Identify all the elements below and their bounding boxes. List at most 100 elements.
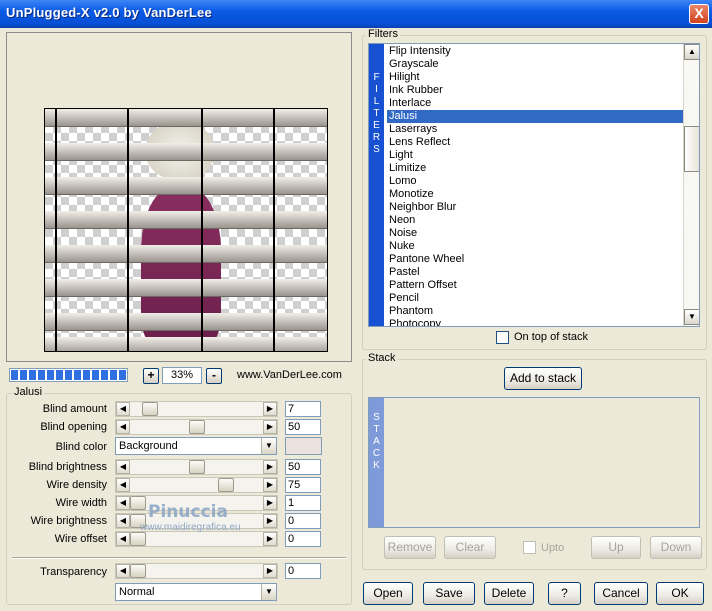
open-button[interactable]: Open [363, 582, 413, 605]
slider-left-arrow-icon[interactable]: ◀ [116, 564, 130, 578]
help-button[interactable]: ? [548, 582, 581, 605]
param-label: Wire width [55, 497, 107, 509]
zoom-out-button[interactable]: - [206, 368, 222, 384]
blind-color-swatch[interactable] [285, 437, 322, 455]
slider-left-arrow-icon[interactable]: ◀ [116, 532, 130, 546]
filter-item[interactable]: Neighbor Blur [387, 201, 683, 214]
filter-item[interactable]: Interlace [387, 97, 683, 110]
slider-thumb[interactable] [141, 402, 158, 416]
slider-left-arrow-icon[interactable]: ◀ [116, 460, 130, 474]
band-letter: L [373, 96, 380, 107]
chevron-down-icon[interactable]: ▼ [261, 584, 276, 600]
slider-thumb[interactable] [188, 460, 205, 474]
wire-density-field[interactable]: 75 [285, 477, 321, 493]
cancel-button[interactable]: Cancel [594, 582, 648, 605]
band-letter: T [373, 424, 380, 435]
scroll-thumb[interactable] [684, 126, 699, 172]
slider-left-arrow-icon[interactable]: ◀ [116, 496, 130, 510]
slider-thumb[interactable] [130, 564, 146, 578]
wire-density-slider[interactable]: ◀ ▶ [115, 477, 278, 493]
filter-item[interactable]: Pattern Offset [387, 279, 683, 292]
blind-opening-slider[interactable]: ◀ ▶ [115, 419, 278, 435]
filter-item[interactable]: Phantom [387, 305, 683, 318]
blind-amount-field[interactable]: 7 [285, 401, 321, 417]
remove-button[interactable]: Remove [384, 536, 436, 559]
filter-item[interactable]: Hilight [387, 71, 683, 84]
scroll-up-icon[interactable]: ▲ [684, 44, 699, 60]
transparency-slider[interactable]: ◀ ▶ [115, 563, 278, 579]
slider-right-arrow-icon[interactable]: ▶ [263, 460, 277, 474]
blind-brightness-slider[interactable]: ◀ ▶ [115, 459, 278, 475]
up-button[interactable]: Up [591, 536, 641, 559]
upto-checkbox[interactable] [523, 541, 536, 554]
slider-right-arrow-icon[interactable]: ▶ [263, 514, 277, 528]
wire-width-field[interactable]: 1 [285, 495, 321, 511]
slider-left-arrow-icon[interactable]: ◀ [116, 514, 130, 528]
zoom-in-button[interactable]: + [143, 368, 159, 384]
filter-item[interactable]: Lomo [387, 175, 683, 188]
on-top-of-stack-checkbox[interactable] [496, 331, 509, 344]
filters-list[interactable]: FILTERS Flip Intensity Grayscale Hilight In… [368, 43, 700, 327]
band-letter: A [373, 436, 380, 447]
slider-right-arrow-icon[interactable]: ▶ [263, 402, 277, 416]
close-button[interactable]: X [689, 4, 709, 24]
preview-blind [45, 211, 327, 229]
transparency-field[interactable]: 0 [285, 563, 321, 579]
filter-item[interactable]: Neon [387, 214, 683, 227]
stack-list[interactable]: STACK [368, 397, 700, 528]
website-link[interactable]: www.VanDerLee.com [237, 369, 342, 381]
blind-color-combo[interactable]: Background ▼ [115, 437, 277, 455]
slider-left-arrow-icon[interactable]: ◀ [116, 402, 130, 416]
filter-item[interactable]: Pencil [387, 292, 683, 305]
ok-button[interactable]: OK [656, 582, 704, 605]
blend-mode-combo[interactable]: Normal ▼ [115, 583, 277, 601]
filter-item[interactable]: Noise [387, 227, 683, 240]
filter-item[interactable]: Pantone Wheel [387, 253, 683, 266]
wire-brightness-field[interactable]: 0 [285, 513, 321, 529]
delete-button[interactable]: Delete [484, 582, 534, 605]
wire-offset-slider[interactable]: ◀ ▶ [115, 531, 278, 547]
filters-scrollbar[interactable]: ▲ ▼ [683, 44, 699, 326]
down-button[interactable]: Down [650, 536, 702, 559]
preview-wire [273, 109, 275, 351]
filter-item[interactable]: Laserrays [387, 123, 683, 136]
chevron-down-icon[interactable]: ▼ [261, 438, 276, 454]
slider-right-arrow-icon[interactable]: ▶ [263, 532, 277, 546]
filter-item[interactable]: Nuke [387, 240, 683, 253]
filter-item[interactable]: Lens Reflect [387, 136, 683, 149]
filter-item[interactable]: Photocopy [387, 318, 683, 326]
separator [12, 557, 346, 559]
slider-left-arrow-icon[interactable]: ◀ [116, 478, 130, 492]
filter-item[interactable]: Limitize [387, 162, 683, 175]
preview-panel [6, 32, 352, 362]
slider-right-arrow-icon[interactable]: ▶ [263, 496, 277, 510]
preview-blind [45, 245, 327, 263]
blind-brightness-field[interactable]: 50 [285, 459, 321, 475]
add-to-stack-button[interactable]: Add to stack [504, 367, 582, 390]
slider-left-arrow-icon[interactable]: ◀ [116, 420, 130, 434]
filter-item[interactable]: Pastel [387, 266, 683, 279]
scroll-down-icon[interactable]: ▼ [684, 309, 699, 325]
title-bar[interactable]: UnPlugged-X v2.0 by VanDerLee X [0, 0, 712, 28]
param-label: Blind color [55, 441, 107, 453]
filter-item[interactable]: Flip Intensity [387, 45, 683, 58]
save-button[interactable]: Save [423, 582, 475, 605]
filter-item[interactable]: Monotize [387, 188, 683, 201]
filter-item[interactable]: Light [387, 149, 683, 162]
filter-item[interactable]: Jalusi [387, 110, 683, 123]
slider-thumb[interactable] [130, 532, 146, 546]
slider-right-arrow-icon[interactable]: ▶ [263, 478, 277, 492]
slider-right-arrow-icon[interactable]: ▶ [263, 564, 277, 578]
preview-blind [45, 177, 327, 195]
slider-right-arrow-icon[interactable]: ▶ [263, 420, 277, 434]
blind-opening-field[interactable]: 50 [285, 419, 321, 435]
wire-offset-field[interactable]: 0 [285, 531, 321, 547]
slider-thumb[interactable] [217, 478, 234, 492]
blind-amount-slider[interactable]: ◀ ▶ [115, 401, 278, 417]
filter-item[interactable]: Ink Rubber [387, 84, 683, 97]
clear-button[interactable]: Clear [444, 536, 496, 559]
slider-thumb[interactable] [188, 420, 205, 434]
preview-image[interactable] [44, 108, 328, 352]
slider-thumb[interactable] [130, 496, 146, 510]
filter-item[interactable]: Grayscale [387, 58, 683, 71]
